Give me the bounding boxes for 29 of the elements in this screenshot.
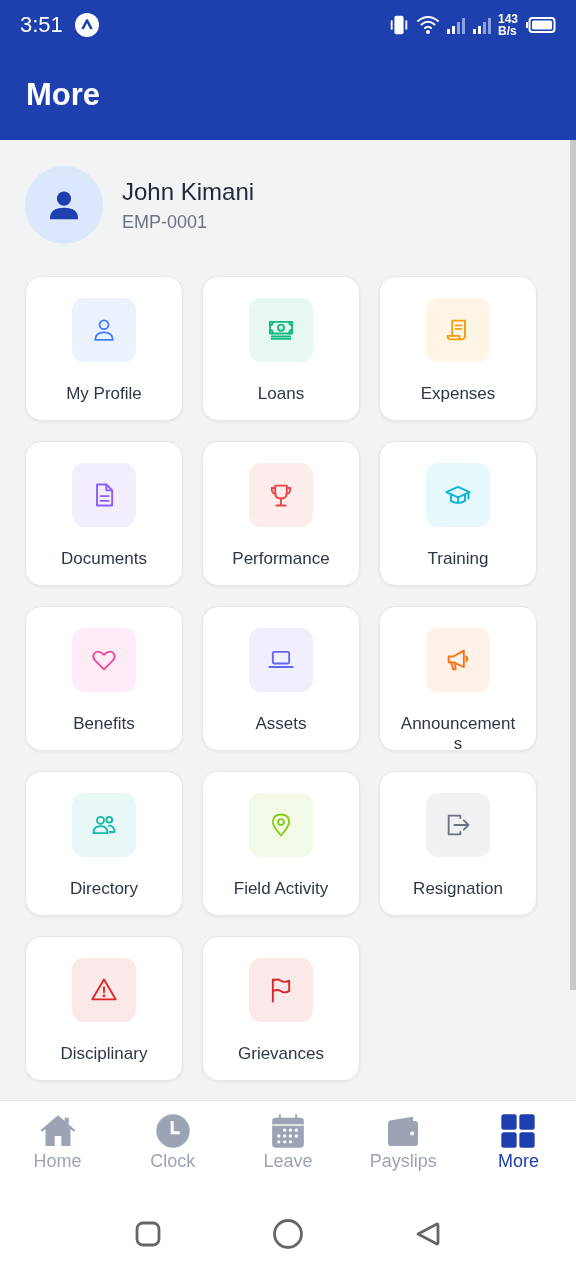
menu-tile[interactable]: Disciplinary bbox=[25, 936, 183, 1081]
back-button[interactable] bbox=[414, 1220, 442, 1248]
nav-tab[interactable]: More bbox=[460, 1101, 576, 1194]
menu-tile[interactable]: Field Activity bbox=[202, 771, 360, 916]
network-speed-value: 143 bbox=[497, 13, 518, 25]
employee-name: John Kimani bbox=[122, 177, 255, 206]
employee-id: EMP-0001 bbox=[122, 211, 209, 233]
battery-icon bbox=[526, 17, 556, 33]
app-notification-icon bbox=[74, 13, 99, 37]
menu-tile[interactable]: Expenses bbox=[379, 276, 537, 421]
menu-tile[interactable]: Loans bbox=[202, 276, 360, 421]
menu-tile[interactable]: Resignation bbox=[379, 771, 537, 916]
menu-tile[interactable]: Documents bbox=[25, 441, 183, 586]
menu-tile[interactable]: My Profile bbox=[25, 276, 183, 421]
menu-tile[interactable]: Assets bbox=[202, 606, 360, 751]
signal-icon bbox=[471, 15, 492, 35]
recent-apps-button[interactable] bbox=[134, 1220, 162, 1248]
network-speed-unit: B/s bbox=[497, 25, 518, 37]
page-title: More bbox=[26, 77, 101, 113]
wifi-icon bbox=[415, 13, 440, 37]
menu-tile[interactable]: Announcements bbox=[379, 606, 537, 751]
menu-tile[interactable]: Training bbox=[379, 441, 537, 586]
menu-tile[interactable]: Performance bbox=[202, 441, 360, 586]
menu-tile[interactable]: Directory bbox=[25, 771, 183, 916]
status-time: 3:51 bbox=[20, 12, 63, 38]
home-button[interactable] bbox=[272, 1218, 304, 1250]
menu-tile[interactable]: Grievances bbox=[202, 936, 360, 1081]
signal-icon bbox=[445, 15, 466, 35]
menu-tile[interactable]: Benefits bbox=[25, 606, 183, 751]
